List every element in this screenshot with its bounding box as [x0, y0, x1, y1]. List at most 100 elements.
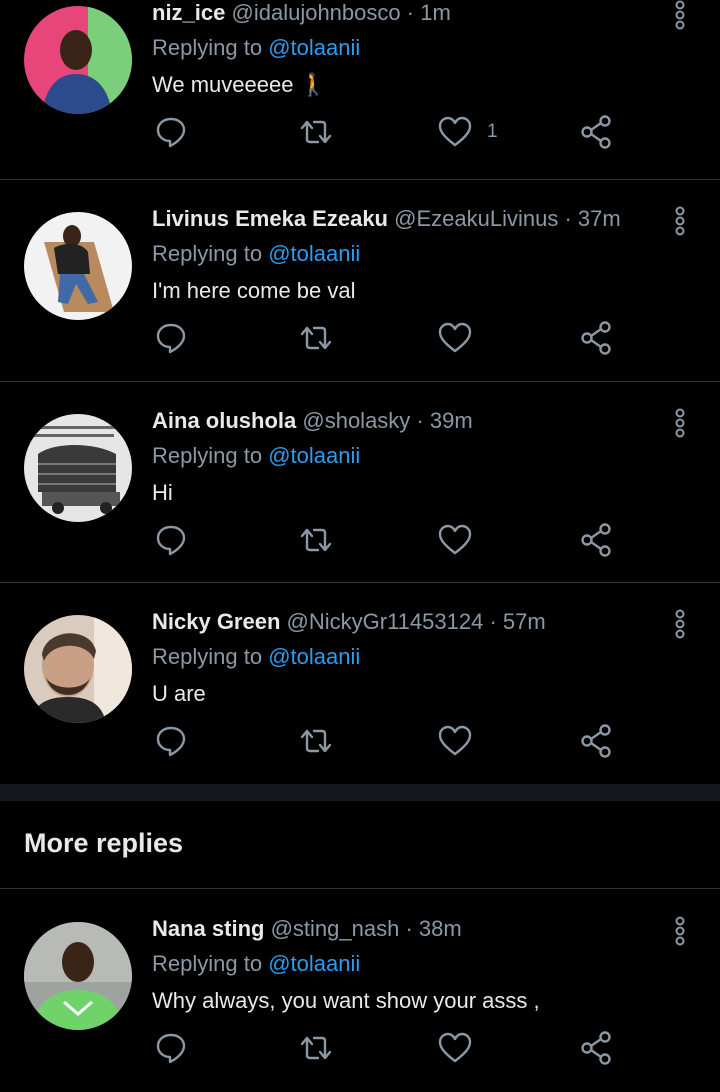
reply-tweet[interactable]: Aina olushola @sholasky · 39m Replying t…	[0, 382, 720, 582]
replying-to: Replying to @tolaanii	[152, 441, 360, 471]
retweet-button[interactable]	[296, 1028, 336, 1068]
timestamp[interactable]: 1m	[420, 0, 451, 25]
like-button[interactable]	[437, 318, 487, 358]
like-button[interactable]	[437, 1028, 487, 1068]
avatar[interactable]	[24, 922, 132, 1030]
retweet-icon	[300, 120, 332, 144]
mention-link[interactable]: @tolaanii	[268, 951, 360, 976]
retweet-icon	[300, 729, 332, 753]
share-icon	[581, 724, 611, 758]
display-name[interactable]: Aina olushola	[152, 408, 296, 433]
section-separator	[0, 784, 720, 801]
action-bar: 1	[0, 112, 720, 156]
action-bar	[0, 520, 720, 564]
tweet-header: Nicky Green @NickyGr11453124 · 57m	[152, 607, 546, 637]
share-icon	[581, 115, 611, 149]
avatar-image	[24, 6, 132, 114]
divider	[0, 888, 720, 889]
reply-button[interactable]	[154, 520, 188, 560]
avatar[interactable]	[24, 212, 132, 320]
share-icon	[581, 321, 611, 355]
share-icon	[581, 1031, 611, 1065]
replying-to: Replying to @tolaanii	[152, 239, 360, 269]
more-replies-heading: More replies	[24, 828, 184, 858]
like-button[interactable]	[437, 520, 487, 560]
separator: ·	[406, 0, 415, 25]
tweet-text: We muveeeee 🚶	[152, 72, 327, 97]
reply-icon	[156, 525, 186, 556]
like-count: 1	[487, 121, 498, 142]
reply-icon	[156, 1033, 186, 1064]
action-bar	[0, 318, 720, 362]
display-name[interactable]: Nana sting	[152, 916, 264, 941]
share-button[interactable]	[578, 721, 614, 761]
avatar[interactable]	[24, 6, 132, 114]
like-button[interactable]: 1	[437, 112, 498, 152]
reply-button[interactable]	[154, 112, 188, 152]
user-handle[interactable]: @NickyGr11453124	[287, 609, 484, 634]
replying-label: Replying to	[152, 951, 263, 976]
retweet-icon	[300, 1036, 332, 1060]
share-button[interactable]	[578, 520, 614, 560]
mention-link[interactable]: @tolaanii	[268, 35, 360, 60]
reply-button[interactable]	[154, 1028, 188, 1068]
replying-label: Replying to	[152, 241, 263, 266]
more-vertical-icon[interactable]	[668, 406, 692, 440]
retweet-icon	[300, 528, 332, 552]
avatar[interactable]	[24, 615, 132, 723]
timestamp[interactable]: 38m	[419, 916, 462, 941]
tweet-header: Aina olushola @sholasky · 39m	[152, 406, 473, 436]
avatar-image	[24, 615, 132, 723]
timestamp[interactable]: 37m	[578, 206, 621, 231]
heart-icon	[438, 524, 472, 555]
separator: ·	[416, 408, 424, 433]
retweet-button[interactable]	[296, 721, 336, 761]
action-bar	[0, 1028, 720, 1072]
more-vertical-icon[interactable]	[668, 914, 692, 948]
action-bar	[0, 721, 720, 765]
timestamp[interactable]: 39m	[430, 408, 473, 433]
user-handle[interactable]: @sholasky	[302, 408, 410, 433]
replying-label: Replying to	[152, 443, 263, 468]
reply-button[interactable]	[154, 318, 188, 358]
replying-to: Replying to @tolaanii	[152, 642, 360, 672]
display-name[interactable]: niz_ice	[152, 0, 225, 25]
avatar-image	[24, 212, 132, 320]
replying-to: Replying to @tolaanii	[152, 949, 360, 979]
share-button[interactable]	[578, 1028, 614, 1068]
replying-label: Replying to	[152, 644, 263, 669]
retweet-button[interactable]	[296, 318, 336, 358]
share-button[interactable]	[578, 318, 614, 358]
reply-icon	[156, 323, 186, 354]
display-name[interactable]: Nicky Green	[152, 609, 280, 634]
reply-tweet[interactable]: Nana sting @sting_nash · 38m Replying to…	[0, 890, 720, 1090]
mention-link[interactable]: @tolaanii	[268, 644, 360, 669]
avatar-image	[24, 414, 132, 522]
reply-tweet[interactable]: Livinus Emeka Ezeaku @EzeakuLivinus · 37…	[0, 180, 720, 381]
user-handle[interactable]: @idalujohnbosco	[232, 0, 401, 25]
heart-icon	[438, 116, 472, 147]
more-vertical-icon[interactable]	[668, 607, 692, 641]
reply-tweet[interactable]: niz_ice @idalujohnbosco · 1m Replying to…	[0, 0, 720, 179]
more-vertical-icon[interactable]	[668, 0, 692, 32]
share-button[interactable]	[578, 112, 614, 152]
tweet-header: Nana sting @sting_nash · 38m	[152, 914, 462, 944]
retweet-icon	[300, 326, 332, 350]
separator: ·	[405, 916, 413, 941]
mention-link[interactable]: @tolaanii	[268, 443, 360, 468]
retweet-button[interactable]	[296, 520, 336, 560]
user-handle[interactable]: @EzeakuLivinus	[394, 206, 558, 231]
reply-tweet[interactable]: Nicky Green @NickyGr11453124 · 57m Reply…	[0, 583, 720, 783]
separator: ·	[564, 206, 572, 231]
tweet-header: Livinus Emeka Ezeaku @EzeakuLivinus · 37…	[152, 204, 621, 234]
user-handle[interactable]: @sting_nash	[271, 916, 400, 941]
timestamp[interactable]: 57m	[503, 609, 546, 634]
display-name[interactable]: Livinus Emeka Ezeaku	[152, 206, 388, 231]
retweet-button[interactable]	[296, 112, 336, 152]
like-button[interactable]	[437, 721, 487, 761]
mention-link[interactable]: @tolaanii	[268, 241, 360, 266]
reply-button[interactable]	[154, 721, 188, 761]
more-vertical-icon[interactable]	[668, 204, 692, 238]
avatar[interactable]	[24, 414, 132, 522]
replying-label: Replying to	[152, 35, 263, 60]
